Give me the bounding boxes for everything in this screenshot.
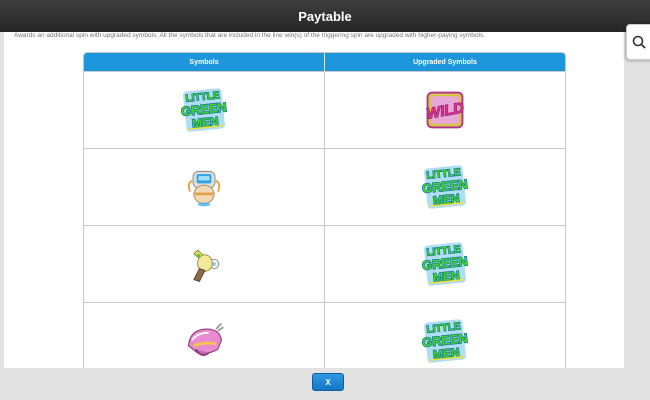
wild-symbol [422, 87, 468, 133]
upgraded-symbol-cell [325, 149, 565, 225]
robot-symbol [181, 164, 227, 210]
table-row [84, 225, 565, 302]
little-green-men-symbol [181, 87, 227, 133]
upgraded-symbol-cell [325, 72, 565, 148]
table-header: Symbols Upgraded Symbols [84, 53, 565, 71]
table-row [84, 148, 565, 225]
column-header-upgraded-symbols: Upgraded Symbols [413, 58, 477, 66]
feature-description: Awards an additional spin with upgraded … [14, 32, 486, 39]
upgrade-table: Symbols Upgraded Symbols [83, 52, 566, 368]
symbol-cell [84, 149, 325, 225]
ray-gun-symbol [181, 241, 227, 287]
search-icon[interactable] [632, 35, 646, 49]
little-green-men-symbol [422, 318, 468, 364]
table-row [84, 302, 565, 368]
symbol-cell [84, 303, 325, 368]
helmet-symbol [181, 318, 227, 364]
symbol-cell [84, 72, 325, 148]
page-title: Paytable [298, 8, 352, 24]
close-button[interactable]: X [312, 373, 344, 391]
column-header-symbols: Symbols [84, 53, 325, 71]
upgraded-symbol-cell [325, 303, 565, 368]
title-bar: Paytable [0, 0, 650, 32]
symbol-cell [84, 226, 325, 302]
search-tab[interactable] [626, 24, 650, 60]
upgraded-symbol-cell [325, 226, 565, 302]
little-green-men-symbol [422, 164, 468, 210]
little-green-men-symbol [422, 241, 468, 287]
paytable-content[interactable]: Awards an additional spin with upgraded … [4, 32, 624, 368]
table-row [84, 71, 565, 148]
